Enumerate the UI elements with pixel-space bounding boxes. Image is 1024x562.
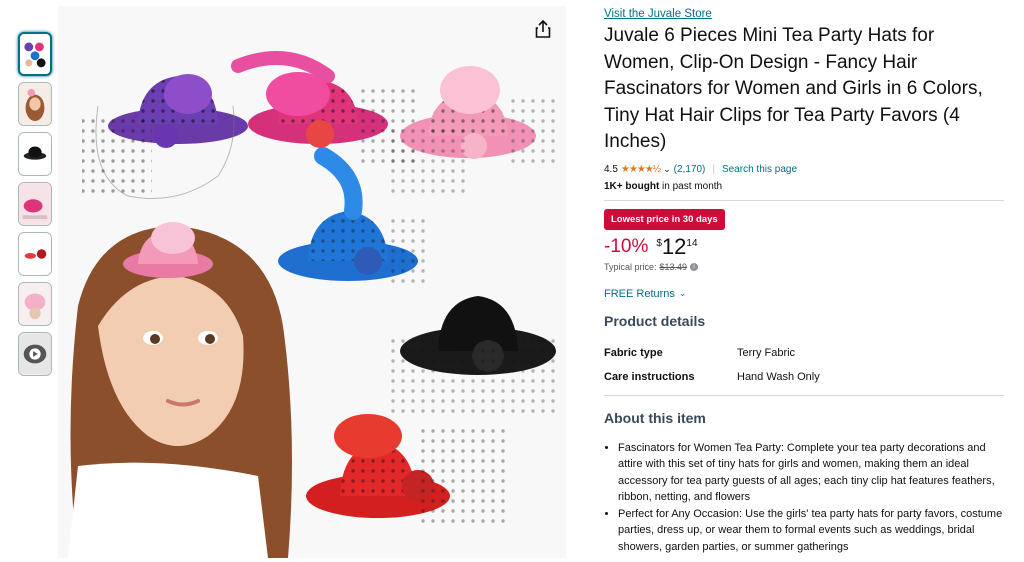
deal-badge: Lowest price in 30 days [604,208,725,230]
list-item: Fascinators for Women Tea Party: Complet… [618,440,1004,506]
thumbnail-hats-group[interactable] [18,32,52,76]
girl-model [68,222,292,558]
typical-price-value: $13.49 [659,261,688,272]
detail-row-care: Care instructions Hand Wash Only [604,371,1004,383]
price-whole: 12 [661,233,687,259]
star-rating-icon[interactable]: ★★★★½ [621,164,661,175]
detail-key: Fabric type [604,346,663,359]
product-title: Juvale 6 Pieces Mini Tea Party Hats for … [604,25,983,152]
divider: | [712,163,715,175]
thumbnail-pink-hat-closeup[interactable] [18,282,52,326]
thumbnail-red-hat-small[interactable] [18,232,52,276]
detail-value: Terry Fabric [737,346,796,359]
free-returns-link[interactable]: FREE Returns ⌄ [604,288,1004,300]
bought-count: 1K+ bought in past month [604,181,1004,192]
product-photo [58,6,566,558]
store-link[interactable]: Visit the Juvale Store [604,8,1004,20]
search-this-page-link[interactable]: Search this page [722,164,797,175]
share-icon[interactable] [532,18,554,40]
price-fraction: 14 [686,237,698,249]
product-details-table: Fabric type Terry Fabric Care instructio… [604,347,1004,383]
bought-count-bold: 1K+ bought [604,180,660,192]
section-divider [604,199,1004,201]
about-heading: About this item [604,409,706,426]
typical-price-label: Typical price: [604,261,657,272]
list-item: Perfect for Any Occasion: Use the girls'… [618,506,1004,556]
thumbnail-girl-with-hat[interactable] [18,82,52,126]
thumbnail-black-hat[interactable] [18,132,52,176]
info-icon[interactable]: i [690,262,699,271]
chevron-down-icon: ⌄ [678,288,687,298]
detail-row-fabric: Fabric type Terry Fabric [604,347,1004,359]
rating-row: 4.5 ★★★★½ ⌄ (2,170) | Search this page [604,164,1004,175]
free-returns-label: FREE Returns [604,287,675,300]
price-symbol: $ [656,237,662,249]
discount-percent: -10% [604,235,649,257]
rating-value: 4.5 [604,163,618,175]
thumbnail-strip [18,32,54,382]
about-bullets: Fascinators for Women Tea Party: Complet… [604,440,1004,556]
detail-key: Care instructions [604,370,695,383]
rating-count-link[interactable]: (2,170) [674,164,706,175]
thumbnail-video[interactable] [18,332,52,376]
product-details-heading: Product details [604,312,706,329]
price: $ 12 14 [656,233,698,259]
detail-value: Hand Wash Only [737,370,820,383]
section-divider [604,394,1004,396]
thumbnail-pink-hat-model[interactable] [18,182,52,226]
chevron-down-icon[interactable]: ⌄ [663,164,671,175]
bought-count-rest: in past month [659,180,723,192]
main-product-image[interactable] [58,6,566,558]
typical-price: Typical price: $13.49 i [604,262,1004,272]
price-row: -10% $ 12 14 [604,233,1004,259]
product-info: Visit the Juvale Store Juvale 6 Pieces M… [604,8,1004,555]
